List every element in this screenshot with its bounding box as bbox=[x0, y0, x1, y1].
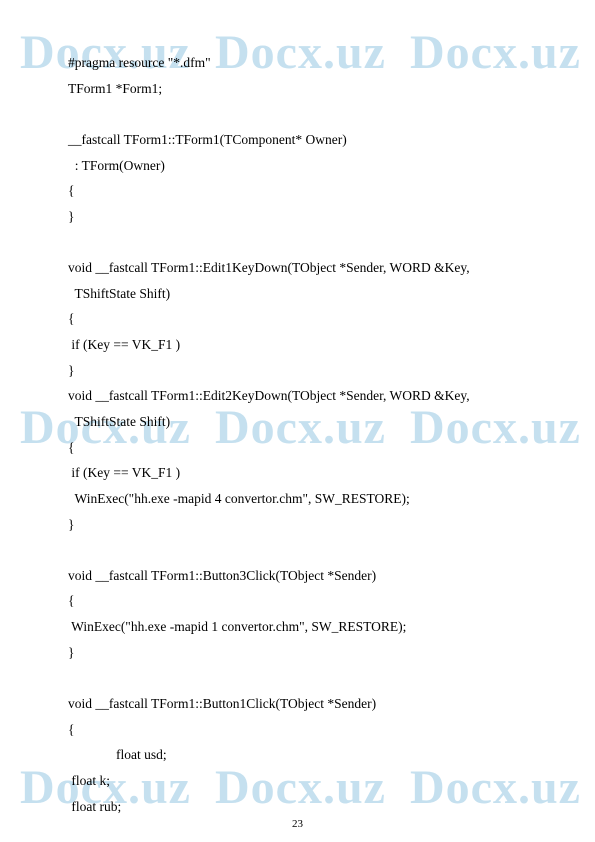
code-line: { bbox=[68, 588, 535, 614]
code-line: float usd; bbox=[68, 742, 535, 768]
blank-line bbox=[68, 537, 535, 563]
code-line: void __fastcall TForm1::Edit1KeyDown(TOb… bbox=[68, 255, 535, 281]
code-line: if (Key == VK_F1 ) bbox=[68, 332, 535, 358]
code-line: { bbox=[68, 435, 535, 461]
code-line: float k; bbox=[68, 768, 535, 794]
code-line: { bbox=[68, 717, 535, 743]
code-line: void __fastcall TForm1::Button1Click(TOb… bbox=[68, 691, 535, 717]
code-line: : TForm(Owner) bbox=[68, 153, 535, 179]
code-line: __fastcall TForm1::TForm1(TComponent* Ow… bbox=[68, 127, 535, 153]
code-line: void __fastcall TForm1::Button3Click(TOb… bbox=[68, 563, 535, 589]
code-line: { bbox=[68, 178, 535, 204]
page-number: 23 bbox=[292, 818, 303, 830]
blank-line bbox=[68, 665, 535, 691]
code-line: TShiftState Shift) bbox=[68, 281, 535, 307]
code-line: #pragma resource "*.dfm" bbox=[68, 50, 535, 76]
code-line: TShiftState Shift) bbox=[68, 409, 535, 435]
code-line: } bbox=[68, 512, 535, 538]
blank-line bbox=[68, 101, 535, 127]
code-line: TForm1 *Form1; bbox=[68, 76, 535, 102]
blank-line bbox=[68, 229, 535, 255]
code-content: #pragma resource "*.dfm" TForm1 *Form1; … bbox=[68, 50, 535, 819]
code-line: } bbox=[68, 640, 535, 666]
code-line: } bbox=[68, 204, 535, 230]
code-line: float rub; bbox=[68, 794, 535, 820]
code-line: } bbox=[68, 358, 535, 384]
code-line: { bbox=[68, 306, 535, 332]
code-line: if (Key == VK_F1 ) bbox=[68, 460, 535, 486]
code-line: void __fastcall TForm1::Edit2KeyDown(TOb… bbox=[68, 383, 535, 409]
code-line: WinExec("hh.exe -mapid 1 convertor.chm",… bbox=[68, 614, 535, 640]
code-line: WinExec("hh.exe -mapid 4 convertor.chm",… bbox=[68, 486, 535, 512]
